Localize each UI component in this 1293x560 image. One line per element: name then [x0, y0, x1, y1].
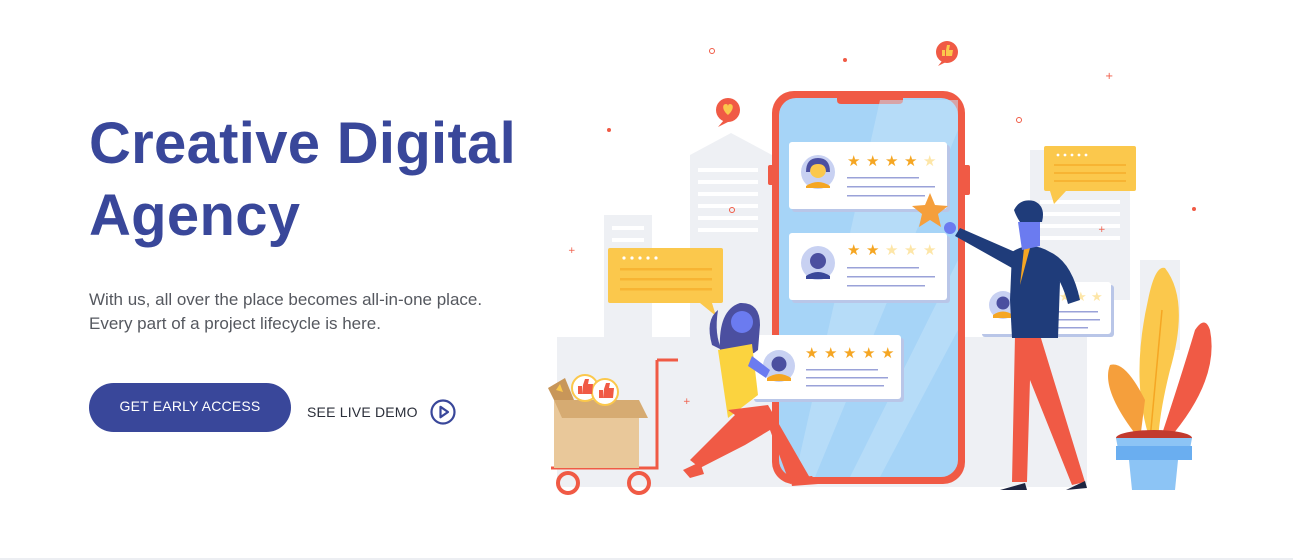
review-card-2-stars: ★ ★ ★ ★ ★ [847, 241, 936, 259]
hero-title-line-2: Agency [89, 183, 301, 248]
hero-text: Creative Digital Agency With us, all ove… [89, 108, 549, 333]
review-card-1: ★ ★ ★ ★ ★ [789, 142, 950, 212]
svg-text:+: + [683, 397, 691, 407]
svg-text:★: ★ [923, 241, 936, 259]
svg-text:★: ★ [885, 241, 898, 259]
svg-text:★: ★ [824, 344, 837, 362]
svg-text:★: ★ [885, 152, 898, 170]
svg-text:★: ★ [843, 344, 856, 362]
svg-text:★: ★ [904, 152, 917, 170]
hero-subtitle-line-1: With us, all over the place becomes all-… [89, 290, 483, 309]
review-card-3: ★ ★ ★ ★ ★ [751, 335, 904, 402]
svg-text:+: + [568, 246, 576, 256]
svg-text:+: + [1105, 71, 1113, 82]
review-card-3-stars: ★ ★ ★ ★ ★ [805, 344, 894, 362]
hero-subtitle: With us, all over the place becomes all-… [89, 288, 549, 336]
hero-title-line-1: Creative Digital [89, 111, 517, 176]
svg-text:★: ★ [847, 241, 860, 259]
svg-text:★: ★ [1091, 290, 1103, 305]
svg-text:★: ★ [866, 241, 879, 259]
review-card-1-stars: ★ ★ ★ ★ ★ [847, 152, 936, 170]
cta-row: GET EARLY ACCESS SEE LIVE DEMO [89, 383, 456, 432]
svg-text:★: ★ [881, 344, 894, 362]
heart-bubble-icon [716, 98, 740, 127]
svg-text:★: ★ [866, 152, 879, 170]
see-live-demo-link[interactable]: SEE LIVE DEMO [307, 399, 456, 425]
plant-illustration [1108, 267, 1212, 490]
thumbs-up-bubble-icon [936, 41, 958, 66]
review-card-2: ★ ★ ★ ★ ★ [789, 233, 950, 303]
see-live-demo-label: SEE LIVE DEMO [307, 404, 418, 420]
play-circle-icon[interactable] [430, 399, 456, 425]
svg-text:★: ★ [847, 152, 860, 170]
svg-text:★: ★ [904, 241, 917, 259]
svg-text:★: ★ [923, 152, 936, 170]
svg-text:★: ★ [805, 344, 818, 362]
hero-title: Creative Digital Agency [89, 108, 549, 252]
svg-text:+: + [1098, 225, 1106, 235]
hero-subtitle-line-2: Every part of a project lifecycle is her… [89, 314, 381, 333]
svg-text:★: ★ [862, 344, 875, 362]
get-early-access-button[interactable]: GET EARLY ACCESS [89, 383, 291, 432]
hero-illustration: + + + + ★ ★ ★ ★ ★ ★ ★ ★ ★ ★ ★ ★ ★ ★ ★ ★ … [548, 41, 1212, 495]
